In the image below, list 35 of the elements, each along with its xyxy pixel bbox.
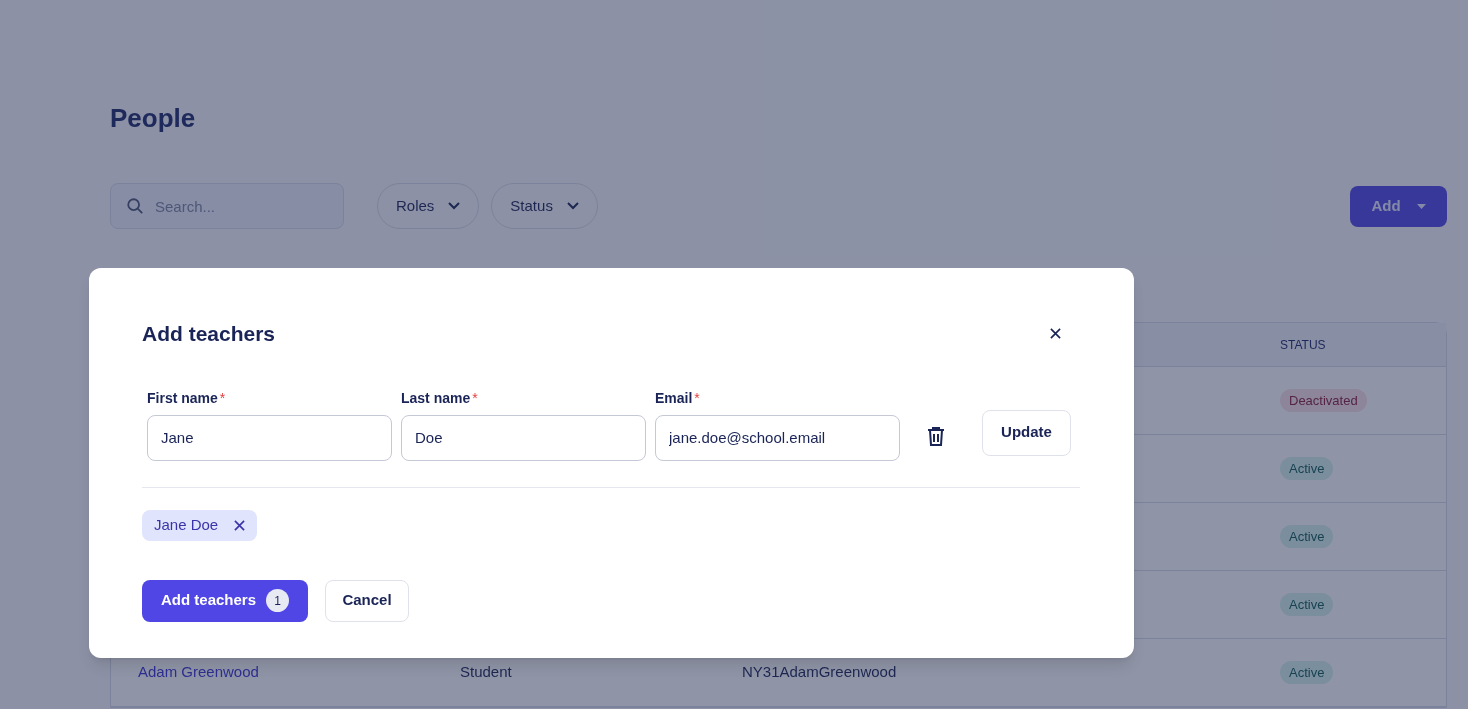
dialog-title: Add teachers — [142, 321, 276, 347]
field-label: First name — [147, 388, 218, 408]
status-badge: Deactivated — [1280, 388, 1367, 413]
input-field[interactable]: Doe — [401, 414, 646, 461]
caret-icon — [1416, 203, 1426, 209]
close-icon — [1049, 328, 1061, 340]
input-field[interactable]: Jane — [147, 414, 392, 461]
table-cell-text: NY31AdamGreenwood — [742, 662, 897, 683]
required-mark: * — [219, 388, 226, 408]
column-header: STATUS — [1280, 336, 1326, 354]
status-badge: Active — [1280, 592, 1334, 617]
person-link[interactable]: Adam Greenwood — [138, 661, 259, 684]
table-cell-text: Student — [460, 662, 512, 683]
status-badge: Active — [1280, 456, 1334, 481]
input-field[interactable]: jane.doe@school.email — [655, 414, 900, 461]
search-icon — [126, 197, 144, 215]
filter-dropdown[interactable]: Status — [491, 183, 598, 229]
required-mark: * — [694, 388, 700, 408]
count-badge: 1 — [266, 589, 290, 612]
status-badge: Active — [1280, 660, 1334, 685]
add-teachers-button[interactable]: Add teachers 1 — [142, 579, 309, 622]
filter-dropdown[interactable]: Roles — [377, 183, 480, 229]
chip-label: Jane Doe — [154, 514, 219, 535]
remove-icon[interactable] — [234, 519, 246, 531]
status-badge: Active — [1280, 524, 1334, 549]
chevron-down-icon — [566, 202, 579, 210]
field-label: Email — [655, 388, 693, 408]
search-field[interactable]: Search... — [110, 183, 344, 229]
cancel-button[interactable]: Cancel — [325, 579, 410, 622]
required-mark: * — [472, 388, 478, 408]
field-label: Last name — [401, 388, 471, 408]
update-button[interactable]: Update — [982, 409, 1071, 456]
chevron-down-icon — [448, 202, 461, 210]
trash-icon[interactable] — [927, 425, 945, 446]
page-title: People — [110, 102, 197, 134]
